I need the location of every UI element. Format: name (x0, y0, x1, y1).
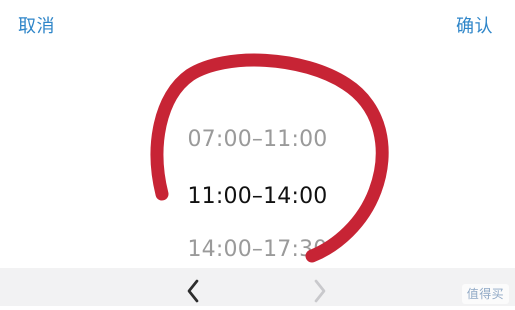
time-slot-picker[interactable]: 07:00–11:00 11:00–14:00 14:00–17:30 (0, 110, 515, 270)
time-slot-option[interactable]: 14:00–17:30 (0, 235, 515, 265)
confirm-button[interactable]: 确认 (456, 13, 493, 41)
previous-button[interactable] (180, 276, 208, 306)
time-picker-sheet: 取消 确认 07:00–11:00 11:00–14:00 14:00–17:3… (0, 0, 515, 306)
watermark: 值得买 (461, 284, 509, 304)
chevron-right-icon (314, 279, 326, 303)
next-button[interactable] (306, 276, 334, 306)
cancel-button[interactable]: 取消 (18, 13, 55, 41)
bottom-navigation-bar: 值得买 (0, 268, 515, 306)
selected-time-slot-option[interactable]: 11:00–14:00 (0, 182, 515, 212)
chevron-left-icon (187, 279, 199, 303)
time-slot-option[interactable]: 07:00–11:00 (0, 125, 515, 155)
